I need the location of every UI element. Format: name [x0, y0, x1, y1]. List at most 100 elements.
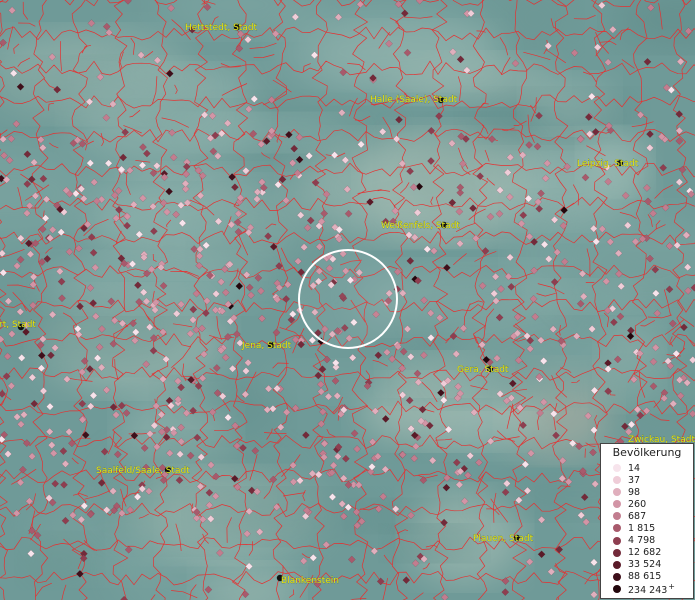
population-marker[interactable] [320, 439, 329, 448]
population-marker[interactable] [7, 382, 16, 390]
population-marker[interactable] [13, 262, 21, 270]
population-marker[interactable] [347, 555, 356, 564]
population-marker[interactable] [430, 247, 438, 255]
population-marker[interactable] [329, 461, 338, 470]
city-jena[interactable]: Jena, Stadt [241, 341, 292, 351]
city-erfurt[interactable]: rt, Stadt [0, 320, 37, 330]
population-marker[interactable] [428, 456, 437, 465]
population-marker[interactable] [65, 428, 73, 436]
population-marker[interactable] [242, 367, 250, 375]
population-marker[interactable] [0, 249, 6, 258]
population-marker[interactable] [289, 461, 297, 470]
population-marker[interactable] [415, 0, 424, 5]
population-marker[interactable] [113, 450, 122, 459]
population-marker[interactable] [16, 255, 25, 264]
population-marker[interactable] [20, 410, 28, 419]
population-marker[interactable] [456, 239, 464, 248]
population-marker[interactable] [443, 474, 451, 482]
population-marker[interactable] [47, 441, 56, 449]
population-marker[interactable] [291, 335, 300, 344]
population-marker[interactable] [29, 273, 38, 281]
population-marker[interactable] [537, 515, 546, 524]
population-marker[interactable] [558, 456, 567, 465]
population-marker[interactable] [233, 330, 241, 338]
population-marker[interactable] [598, 1, 606, 10]
population-marker[interactable] [65, 247, 74, 256]
population-marker[interactable] [644, 197, 652, 206]
population-marker[interactable] [646, 130, 654, 138]
city-halle[interactable]: Halle (Saale), Stadt [370, 95, 458, 105]
population-marker[interactable] [368, 438, 377, 446]
population-marker[interactable] [678, 165, 687, 174]
population-marker[interactable] [370, 547, 379, 555]
population-marker[interactable] [22, 439, 31, 447]
population-marker[interactable] [124, 0, 132, 5]
population-marker[interactable] [590, 558, 598, 567]
population-marker[interactable] [78, 399, 87, 408]
population-marker[interactable] [81, 431, 90, 439]
population-marker[interactable] [410, 454, 419, 463]
population-marker[interactable] [224, 333, 232, 341]
population-marker[interactable] [28, 373, 37, 382]
population-marker[interactable] [221, 353, 230, 362]
population-marker[interactable] [452, 458, 461, 467]
population-marker[interactable] [60, 480, 68, 489]
population-marker[interactable] [308, 336, 317, 345]
population-marker[interactable] [12, 120, 21, 128]
population-marker[interactable] [297, 340, 305, 349]
population-marker[interactable] [86, 159, 95, 167]
population-marker[interactable] [353, 445, 361, 453]
population-marker[interactable] [46, 402, 54, 411]
population-marker[interactable] [117, 401, 126, 410]
population-marker[interactable] [8, 6, 16, 15]
population-marker[interactable] [423, 245, 432, 254]
population-marker[interactable] [309, 553, 318, 562]
population-marker[interactable] [16, 478, 25, 487]
population-marker[interactable] [381, 465, 390, 474]
city-gera[interactable]: Gera, Stadt [457, 365, 509, 375]
population-marker[interactable] [399, 347, 408, 356]
city-weissenfels[interactable]: Weißenfels, Stadt [381, 221, 461, 231]
population-marker[interactable] [0, 390, 6, 398]
population-marker[interactable] [112, 411, 120, 419]
population-marker[interactable] [302, 431, 310, 439]
population-marker[interactable] [547, 567, 556, 576]
population-marker[interactable] [334, 452, 342, 461]
population-marker[interactable] [350, 429, 359, 438]
population-marker[interactable] [244, 358, 252, 367]
population-marker[interactable] [356, 0, 365, 9]
city-hettstedt[interactable]: Hettstedt, Stadt [185, 23, 258, 33]
population-marker[interactable] [643, 57, 652, 66]
population-marker[interactable] [26, 250, 35, 259]
population-marker[interactable] [675, 178, 684, 186]
population-marker[interactable] [296, 476, 304, 485]
population-marker[interactable] [89, 248, 98, 257]
population-marker[interactable] [87, 19, 96, 28]
population-marker[interactable] [25, 497, 34, 506]
population-marker[interactable] [501, 577, 510, 585]
population-marker[interactable] [319, 407, 327, 416]
population-marker[interactable] [668, 319, 677, 328]
population-marker[interactable] [17, 420, 25, 429]
population-marker[interactable] [212, 364, 221, 372]
population-marker[interactable] [235, 44, 244, 53]
population-marker[interactable] [45, 427, 54, 436]
population-marker[interactable] [13, 413, 21, 421]
population-marker[interactable] [521, 460, 530, 469]
population-marker[interactable] [464, 471, 472, 480]
population-marker[interactable] [0, 268, 8, 277]
population-marker[interactable] [379, 492, 388, 501]
population-marker[interactable] [589, 448, 597, 457]
population-marker[interactable] [440, 593, 449, 600]
population-marker[interactable] [100, 447, 109, 456]
population-marker[interactable] [30, 399, 39, 408]
population-marker[interactable] [374, 351, 383, 360]
city-plauen[interactable]: Plauen, Stadt [473, 534, 534, 544]
population-marker[interactable] [272, 328, 281, 337]
population-marker[interactable] [74, 244, 83, 253]
population-marker[interactable] [675, 110, 684, 118]
population-marker[interactable] [7, 134, 16, 143]
population-marker[interactable] [258, 314, 266, 323]
population-marker[interactable] [49, 449, 58, 458]
population-marker[interactable] [323, 355, 331, 364]
